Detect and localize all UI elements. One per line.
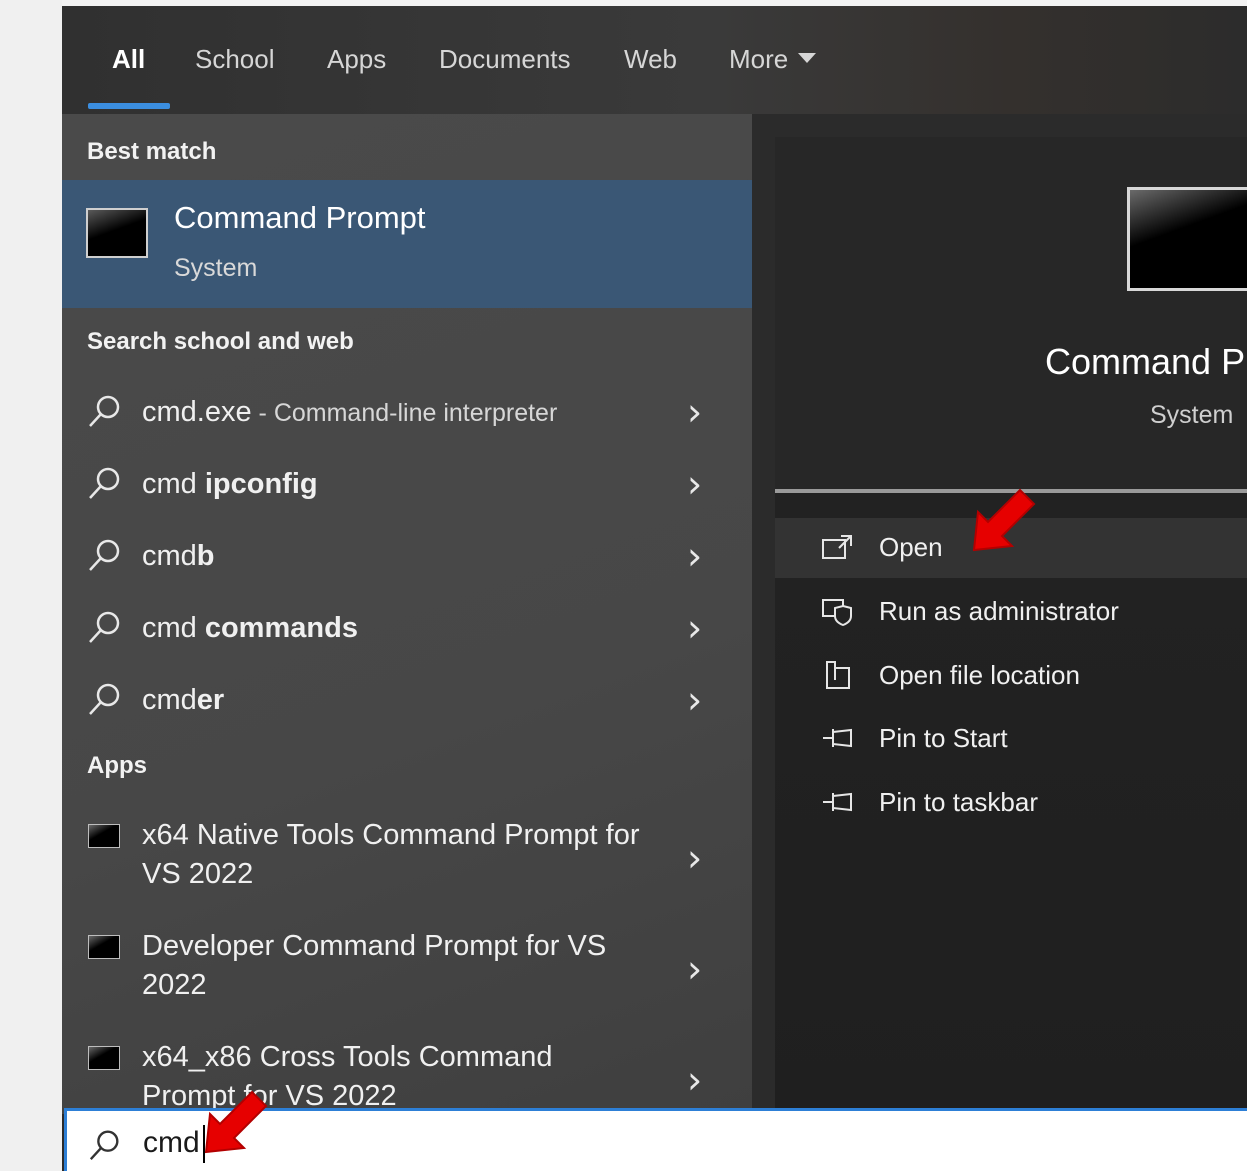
search-icon: [89, 683, 120, 715]
tab-more-label: More: [729, 44, 789, 74]
web-suggestion-cmdb[interactable]: cmdb ›: [62, 520, 752, 590]
web-suggestion-cmd-ipconfig[interactable]: cmd ipconfig ›: [62, 448, 752, 518]
command-prompt-icon: [1127, 187, 1247, 291]
shield-icon: [822, 599, 852, 626]
chevron-right-icon[interactable]: ›: [687, 462, 702, 506]
search-icon: [89, 467, 120, 499]
filter-tab-bar: All School Apps Documents Web More: [62, 6, 1247, 114]
annotation-arrow-icon: [972, 488, 1036, 552]
web-suggestion-text: cmder: [142, 684, 225, 716]
tab-all[interactable]: All: [112, 44, 145, 75]
search-icon: [89, 1130, 119, 1161]
folder-icon: [826, 661, 850, 689]
action-open-file-location[interactable]: Open file location: [775, 646, 1247, 706]
chevron-right-icon[interactable]: ›: [687, 1058, 702, 1102]
desktop-background: [0, 0, 62, 1171]
open-icon: [822, 535, 852, 559]
tab-school[interactable]: School: [195, 44, 275, 75]
command-prompt-icon: [88, 935, 120, 959]
detail-subtitle: System: [1150, 401, 1234, 429]
search-icon: [89, 395, 120, 427]
annotation-arrow-icon: [204, 1090, 268, 1154]
web-suggestion-cmd-commands[interactable]: cmd commands ›: [62, 592, 752, 662]
web-suggestion-text: cmd.exe - Command-line interpreter: [142, 396, 558, 428]
action-label: Run as administrator: [879, 596, 1119, 626]
pin-icon: [823, 792, 852, 812]
tab-documents[interactable]: Documents: [439, 44, 571, 75]
action-label: Pin to taskbar: [879, 787, 1038, 817]
best-match-subtitle: System: [174, 254, 258, 282]
command-prompt-icon: [88, 824, 120, 848]
chevron-right-icon[interactable]: ›: [687, 836, 702, 880]
pin-icon: [823, 728, 852, 748]
web-suggestion-text: cmd ipconfig: [142, 468, 318, 500]
chevron-right-icon[interactable]: ›: [687, 390, 702, 434]
search-window: All School Apps Documents Web More Best …: [62, 6, 1247, 1171]
web-section-heading: Search school and web: [87, 328, 354, 355]
action-label: Open file location: [879, 660, 1080, 690]
action-label: Open: [879, 532, 943, 562]
chevron-right-icon[interactable]: ›: [687, 678, 702, 722]
web-suggestion-cmder[interactable]: cmder ›: [62, 664, 752, 734]
app-item-label: Developer Command Prompt for VS 2022: [142, 930, 607, 1001]
chevron-right-icon[interactable]: ›: [687, 947, 702, 991]
chevron-right-icon[interactable]: ›: [687, 534, 702, 578]
results-list: Best match Command Prompt System Search …: [62, 114, 752, 1114]
web-suggestion-text: cmdb: [142, 540, 215, 572]
tab-more[interactable]: More: [729, 44, 817, 75]
web-suggestion-text: cmd commands: [142, 612, 358, 644]
detail-pane: Command Prompt System Open Run as admini…: [775, 137, 1247, 1114]
command-prompt-icon: [86, 208, 148, 258]
action-run-as-administrator[interactable]: Run as administrator: [775, 582, 1247, 642]
action-pin-to-taskbar[interactable]: Pin to taskbar: [775, 773, 1247, 833]
command-prompt-icon: [88, 1046, 120, 1070]
search-icon: [89, 611, 120, 643]
chevron-right-icon[interactable]: ›: [687, 606, 702, 650]
detail-header: Command Prompt System: [775, 137, 1247, 489]
best-match-heading: Best match: [87, 138, 217, 165]
apps-section-heading: Apps: [87, 752, 147, 779]
caret-down-icon: [798, 53, 817, 64]
web-suggestion-cmd-exe[interactable]: cmd.exe - Command-line interpreter ›: [62, 376, 752, 446]
search-input[interactable]: [143, 1121, 1043, 1165]
detail-title: Command Prompt: [1045, 341, 1247, 382]
tab-apps[interactable]: Apps: [327, 44, 386, 75]
app-item-developer-command-prompt[interactable]: Developer Command Prompt for VS 2022 ›: [62, 921, 752, 1021]
best-match-title: Command Prompt: [174, 200, 426, 235]
best-match-item[interactable]: Command Prompt System: [62, 180, 752, 308]
tab-web[interactable]: Web: [624, 44, 677, 75]
search-icon: [89, 539, 120, 571]
app-item-x64-native-tools[interactable]: x64 Native Tools Command Prompt for VS 2…: [62, 810, 752, 910]
app-item-label: x64 Native Tools Command Prompt for VS 2…: [142, 819, 640, 890]
active-tab-indicator: [88, 103, 170, 109]
action-pin-to-start[interactable]: Pin to Start: [775, 709, 1247, 769]
action-label: Pin to Start: [879, 723, 1008, 753]
